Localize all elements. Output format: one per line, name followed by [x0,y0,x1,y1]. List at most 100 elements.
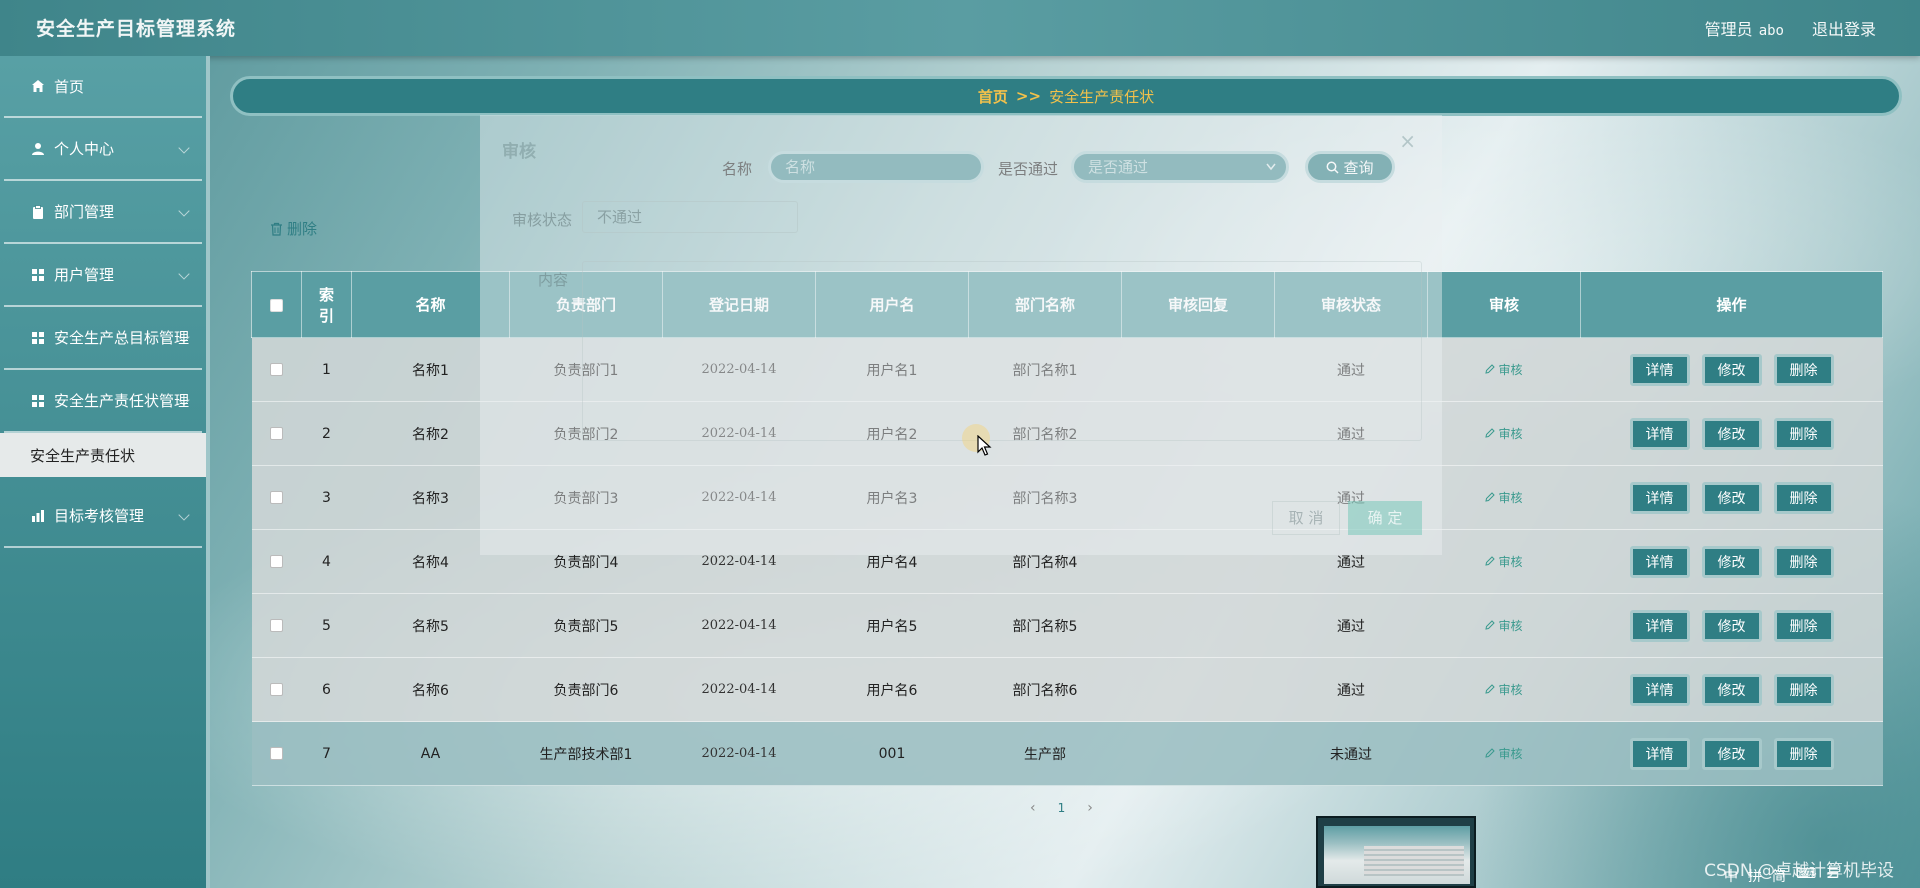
breadcrumb: 首页 >> 安全生产责任状 [230,76,1902,116]
edit-icon [1485,556,1496,566]
sidebar-item-users[interactable]: 用户管理 [4,244,202,307]
delete-button[interactable]: 删除 [1773,609,1834,642]
cell-name: 名称3 [351,465,510,530]
delete-button[interactable]: 删除 [1773,737,1834,770]
row-select-cell[interactable] [251,337,302,402]
tray-item[interactable]: 简 [1772,866,1786,886]
audit-link[interactable]: 审核 [1485,617,1523,634]
chart-icon [30,508,46,524]
audit-link[interactable]: 审核 [1485,681,1523,698]
row-checkbox[interactable] [270,619,283,632]
detail-button[interactable]: 详情 [1629,609,1690,642]
prev-page-button[interactable]: ‹ [1030,800,1036,816]
cell-status: 通过 [1274,657,1428,722]
detail-button[interactable]: 详情 [1629,673,1690,706]
delete-button[interactable]: 删除 [1773,417,1834,450]
row-checkbox[interactable] [270,491,283,504]
sidebar-subitem-responsibility[interactable]: 安全生产责任状 [0,433,206,477]
cell-dept-name: 部门名称4 [968,529,1122,594]
edit-button[interactable]: 修改 [1701,545,1762,578]
screen-thumbnail [1316,816,1476,888]
cell-audit: 审核 [1427,721,1581,786]
tray-item[interactable]: 拼 [1748,866,1762,886]
cell-username: 001 [815,721,969,786]
logout-link[interactable]: 退出登录 [1812,16,1876,40]
audit-link[interactable]: 审核 [1485,553,1523,570]
table-row: 5 名称5 负责部门5 2022-04-14 用户名5 部门名称5 通过 审核 详情 修改 删除 [251,593,1883,658]
row-checkbox[interactable] [270,683,283,696]
keyboard-icon[interactable]: ⌨ [1796,866,1816,886]
row-checkbox[interactable] [270,555,283,568]
sidebar-item-home[interactable]: 首页 [4,56,202,118]
edit-button[interactable]: 修改 [1701,417,1762,450]
row-checkbox[interactable] [270,427,283,440]
edit-button[interactable]: 修改 [1701,673,1762,706]
audit-status-select[interactable]: 不通过 [582,201,798,233]
edit-button[interactable]: 修改 [1701,737,1762,770]
row-select-cell[interactable] [251,593,302,658]
mouse-cursor-icon [977,435,992,456]
row-select-cell[interactable] [251,401,302,466]
detail-button[interactable]: 详情 [1629,417,1690,450]
edit-button[interactable]: 修改 [1701,353,1762,386]
column-header-actions: 操作 [1580,271,1883,338]
delete-button[interactable]: 删除 [1773,353,1834,386]
passed-select[interactable]: 是否通过 [1071,151,1289,183]
row-select-cell[interactable] [251,529,302,594]
sidebar-item-label: 首页 [54,77,85,96]
chevron-down-icon [178,268,190,280]
delete-button[interactable]: 删除 [1773,545,1834,578]
audit-link-label: 审核 [1498,490,1523,505]
close-icon[interactable]: × [1399,129,1416,153]
cell-name: 名称2 [351,401,510,466]
menu-icon[interactable]: ☰ [1826,866,1839,886]
cell-date: 2022-04-14 [662,593,816,658]
page-number[interactable]: 1 [1058,801,1066,815]
edit-button[interactable]: 修改 [1701,481,1762,514]
column-header-index: 索引 [301,271,352,338]
edit-button[interactable]: 修改 [1701,609,1762,642]
sidebar-item-overall-target[interactable]: 安全生产总目标管理 [4,307,202,370]
select-all-cell[interactable] [251,271,302,338]
detail-button[interactable]: 详情 [1629,545,1690,578]
next-page-button[interactable]: › [1087,800,1093,816]
cell-name: 名称1 [351,337,510,402]
cell-actions: 详情 修改 删除 [1580,337,1883,402]
row-select-cell[interactable] [251,465,302,530]
audit-link[interactable]: 审核 [1485,745,1523,762]
audit-link[interactable]: 审核 [1485,361,1523,378]
name-label: 名称 [722,160,753,178]
row-select-cell[interactable] [251,657,302,722]
top-header: 安全生产目标管理系统 管理员 abo 退出登录 [0,0,1920,56]
responsibility-table: 索引 名称 负责部门 登记日期 用户名 部门名称 审核回复 审核状态 审核 操作… [251,271,1883,786]
detail-button[interactable]: 详情 [1629,353,1690,386]
name-search-input[interactable]: 名称 [768,151,984,183]
row-checkbox[interactable] [270,747,283,760]
batch-delete-button[interactable]: 删除 [270,218,317,239]
row-select-cell[interactable] [251,721,302,786]
select-all-checkbox[interactable] [270,298,283,312]
breadcrumb-home[interactable]: 首页 [978,86,1008,107]
delete-button[interactable]: 删除 [1773,481,1834,514]
query-button[interactable]: 查询 [1305,151,1395,183]
audit-link[interactable]: 审核 [1485,425,1523,442]
tray-item[interactable]: 中 [1724,866,1738,886]
sidebar-item-personal-center[interactable]: 个人中心 [4,118,202,181]
row-checkbox[interactable] [270,363,283,376]
user-icon [30,141,46,157]
detail-button[interactable]: 详情 [1629,737,1690,770]
detail-button[interactable]: 详情 [1629,481,1690,514]
cell-reply [1121,337,1275,402]
thumbnail-preview [1324,826,1470,884]
sidebar-item-label: 安全生产责任状 [30,446,136,465]
query-button-label: 查询 [1343,158,1374,177]
delete-button[interactable]: 删除 [1773,673,1834,706]
column-header-dept: 负责部门 [509,271,663,338]
table-row: 7 AA 生产部技术部1 2022-04-14 001 生产部 未通过 审核 详情 修改 删除 [251,721,1883,786]
sidebar-item-department[interactable]: 部门管理 [4,181,202,244]
audit-link[interactable]: 审核 [1485,489,1523,506]
sidebar-item-target-assessment[interactable]: 目标考核管理 [4,485,202,548]
cell-audit: 审核 [1427,657,1581,722]
sidebar-item-responsibility-mgmt[interactable]: 安全生产责任状管理 [4,370,202,433]
cell-actions: 详情 修改 删除 [1580,401,1883,466]
